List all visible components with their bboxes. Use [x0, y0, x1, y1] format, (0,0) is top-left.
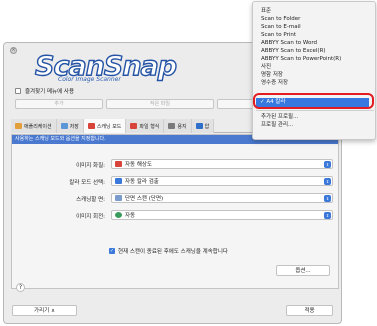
tab-file-format[interactable]: 파일 형식 — [126, 119, 165, 133]
color-mode-row: 칼라 모드 선택: 자동 칼라 검출 ⇕ — [12, 176, 338, 187]
tab-application[interactable]: 애플리케이션 — [11, 119, 57, 133]
tab-scanning-mode[interactable]: 스캐닝 모드 — [83, 119, 127, 133]
menu-item-manage-profiles[interactable]: 프로필 관리... — [253, 121, 375, 129]
menu-item-add-profile[interactable]: 추가된 프로필... — [253, 113, 375, 121]
paper-icon — [168, 123, 176, 129]
menu-item-scan-to-email[interactable]: Scan to E-mail — [253, 23, 375, 31]
image-rotation-label: 이미지 회전: — [76, 214, 105, 220]
chevron-updown-icon: ⇕ — [324, 195, 331, 202]
continue-scan-checkbox[interactable]: ✓ — [109, 248, 115, 254]
compress-icon — [195, 123, 203, 129]
continue-scan-option[interactable]: ✓ 현재 스캔이 종료된 후에도 스캐닝을 계속합니다 — [109, 247, 228, 255]
menu-item-business-card[interactable]: 명함 저장 — [253, 71, 375, 79]
menu-item-scan-to-folder[interactable]: Scan to Folder — [253, 15, 375, 23]
menu-item-scan-to-print[interactable]: Scan to Print — [253, 31, 375, 39]
image-rotation-row: 이미지 회전: 자동 ⇕ — [12, 210, 338, 221]
menu-separator — [256, 110, 374, 111]
menu-item-receipt[interactable]: 영수증 저장 — [253, 79, 375, 87]
image-quality-row: 이미지 화질: 자동 해상도 ⇕ — [12, 159, 338, 170]
scan-side-row: 스캐닝할 면: 단면 스캔 (단면) ⇕ — [12, 193, 338, 204]
folder-icon — [60, 123, 68, 129]
color-mode-select[interactable]: 자동 칼라 검출 ⇕ — [111, 176, 333, 186]
profile-context-menu: 표준 Scan to Folder Scan to E-mail Scan to… — [252, 1, 376, 140]
small-file-button[interactable]: 작은 파일 — [106, 99, 214, 109]
app-icon — [15, 123, 22, 129]
image-rotation-select[interactable]: 자동 ⇕ — [111, 210, 333, 220]
favorites-checkbox[interactable] — [15, 88, 21, 94]
help-button[interactable]: ? — [16, 283, 25, 292]
highlight-ring — [253, 93, 374, 109]
chevron-updown-icon: ⇕ — [324, 178, 331, 185]
options-button[interactable]: 옵션... — [276, 265, 330, 276]
chevron-updown-icon: ⇕ — [324, 161, 331, 168]
menu-item-standard[interactable]: 표준 — [253, 7, 375, 15]
tab-compression[interactable]: 압 — [191, 119, 215, 133]
hide-button[interactable]: 가리기 ∧ — [12, 305, 77, 316]
color-mode-icon — [115, 178, 122, 184]
add-profile-button[interactable]: 추가 — [15, 99, 103, 109]
image-quality-label: 이미지 화질: — [76, 163, 105, 169]
scan-mode-icon — [87, 123, 95, 129]
image-quality-select[interactable]: 자동 해상도 ⇕ — [111, 159, 333, 169]
tab-save[interactable]: 저장 — [56, 119, 84, 133]
favorites-label: 즐겨찾기 메뉴에 사용 — [25, 89, 75, 95]
menu-item-photo[interactable]: 사진 — [253, 63, 375, 71]
image-quality-icon — [115, 161, 122, 167]
menu-item-abbyy-powerpoint[interactable]: ABBYY Scan to PowerPoint(R) — [253, 55, 375, 63]
favorites-option[interactable]: 즐겨찾기 메뉴에 사용 — [15, 87, 74, 95]
logo-subtitle: Color Image Scanner — [58, 76, 121, 83]
scan-side-select[interactable]: 단면 스캔 (단면) ⇕ — [111, 193, 333, 203]
color-mode-label: 칼라 모드 선택: — [69, 180, 105, 186]
menu-item-abbyy-word[interactable]: ABBYY Scan to Word — [253, 39, 375, 47]
menu-item-abbyy-excel[interactable]: ABBYY Scan to Excel(R) — [253, 47, 375, 55]
close-icon[interactable]: × — [10, 47, 17, 54]
scan-side-icon — [115, 195, 122, 201]
chevron-updown-icon: ⇕ — [324, 212, 331, 219]
continue-scan-label: 현재 스캔이 종료된 후에도 스캐닝을 계속합니다 — [118, 249, 228, 255]
file-format-icon — [130, 123, 138, 129]
rotation-icon — [115, 212, 122, 218]
tab-paper[interactable]: 용지 — [164, 119, 192, 133]
apply-button[interactable]: 적용 — [286, 305, 333, 316]
scan-side-label: 스캐닝할 면: — [76, 197, 105, 203]
